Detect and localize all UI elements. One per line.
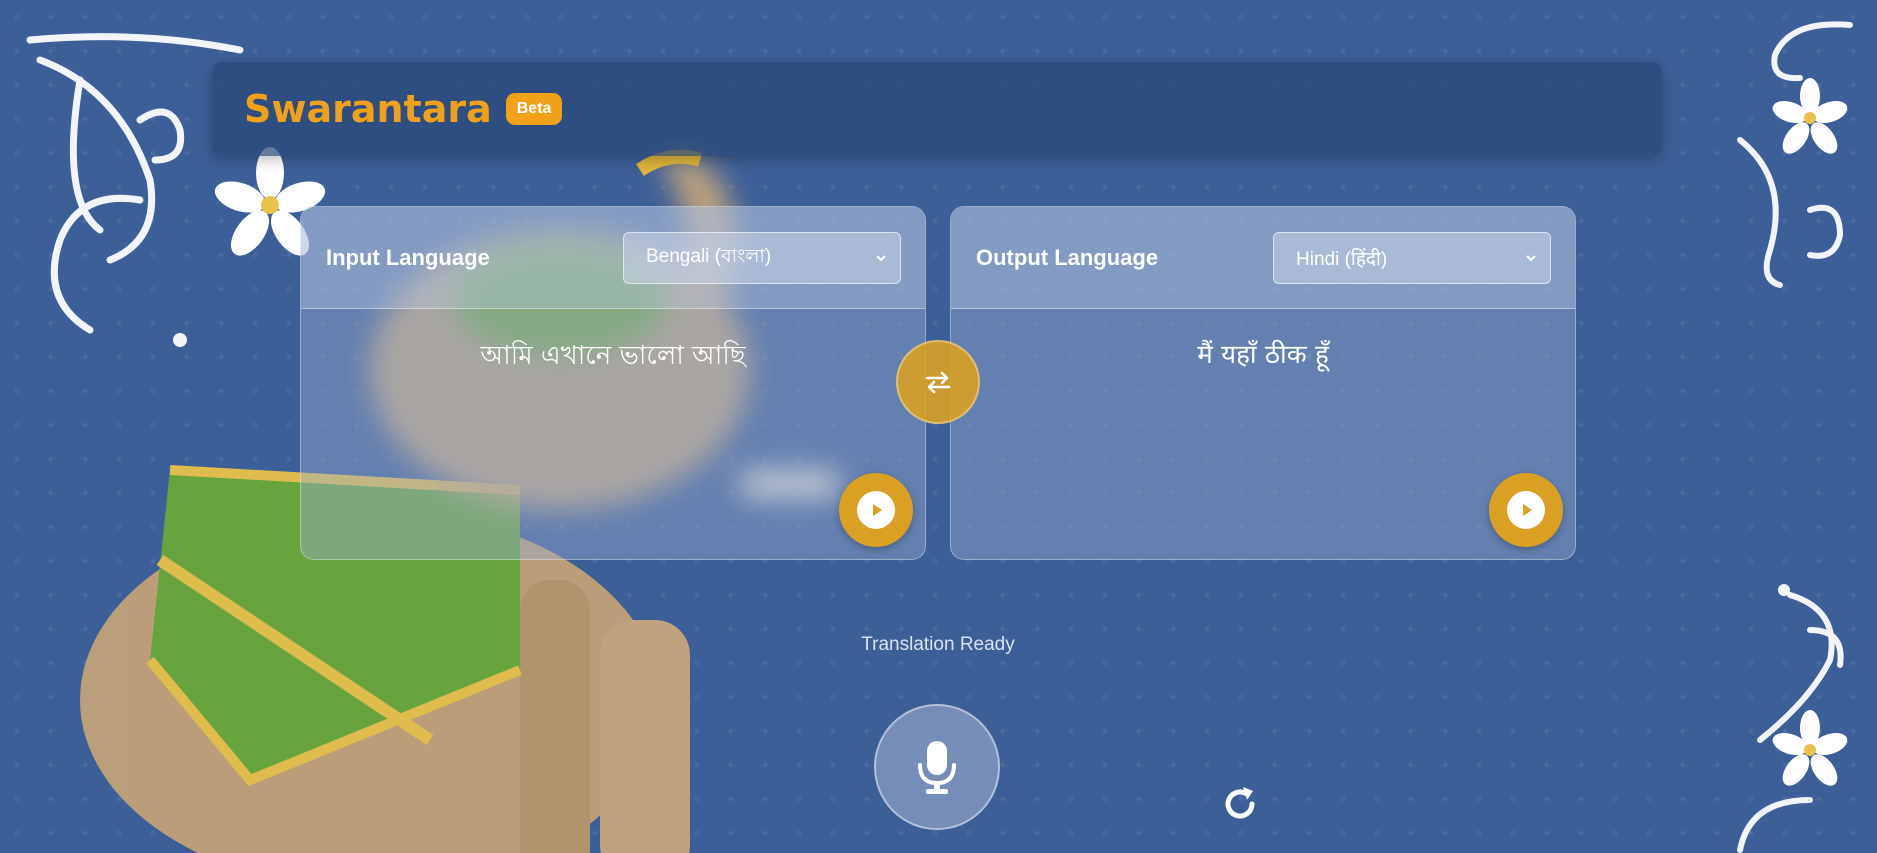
app-title: Swarantara bbox=[244, 87, 492, 131]
output-panel-header: Output Language Hindi (हिंदी) bbox=[951, 207, 1575, 309]
output-language-label: Output Language bbox=[976, 244, 1159, 270]
output-text: मैं यहाँ ठीक हूँ bbox=[1197, 340, 1329, 370]
microphone-icon bbox=[918, 741, 956, 794]
output-play-button[interactable] bbox=[1489, 473, 1563, 547]
app-header: Swarantara Beta bbox=[212, 62, 1662, 156]
chevron-down-icon bbox=[1526, 254, 1536, 261]
input-language-label: Input Language bbox=[326, 244, 490, 270]
beta-badge: Beta bbox=[505, 93, 563, 125]
status-text: Translation Ready bbox=[861, 634, 1015, 655]
input-language-value: Bengali (বাংলা) bbox=[646, 245, 772, 267]
play-icon bbox=[1507, 491, 1545, 529]
input-language-select[interactable]: Bengali (বাংলা) bbox=[623, 231, 901, 284]
refresh-button[interactable] bbox=[1218, 782, 1262, 826]
input-play-button[interactable] bbox=[839, 473, 913, 547]
swap-arrows-icon bbox=[925, 371, 951, 394]
refresh-icon bbox=[1225, 787, 1255, 819]
floral-corner-decoration bbox=[1737, 21, 1853, 288]
output-language-select[interactable]: Hindi (हिंदी) bbox=[1273, 231, 1551, 284]
input-panel: Input Language Bengali (বাংলা) আমি এখানে… bbox=[300, 206, 926, 560]
output-language-value: Hindi (हिंदी) bbox=[1296, 248, 1388, 270]
play-icon bbox=[857, 491, 895, 529]
floral-corner-decoration bbox=[1737, 584, 1848, 853]
input-text[interactable]: আমি এখানে ভালো আছি bbox=[301, 335, 925, 379]
swap-languages-button[interactable] bbox=[896, 340, 980, 424]
microphone-button[interactable] bbox=[874, 704, 1000, 830]
chevron-down-icon bbox=[876, 254, 886, 261]
input-panel-header: Input Language Bengali (বাংলা) bbox=[301, 207, 925, 309]
output-panel: Output Language Hindi (हिंदी) मैं यहाँ ठ… bbox=[950, 206, 1576, 560]
